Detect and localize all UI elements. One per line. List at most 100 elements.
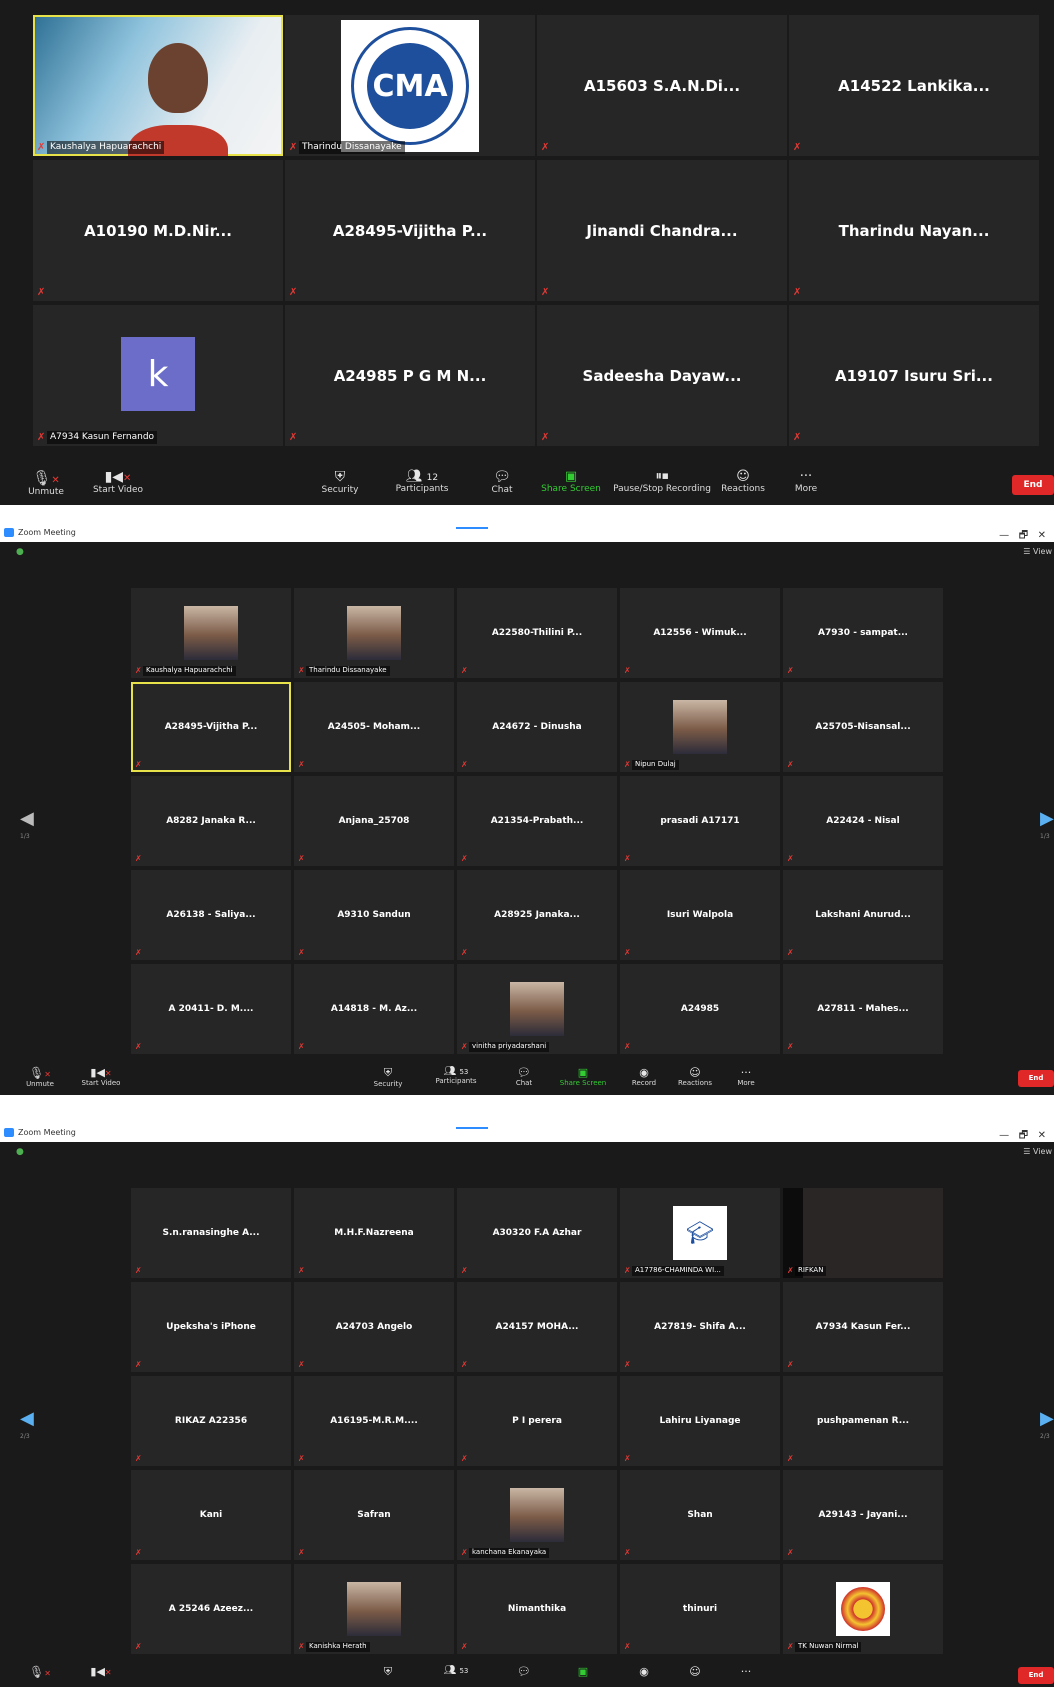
more-button[interactable]: ··· More bbox=[786, 469, 826, 494]
share-screen-button[interactable]: ▣ bbox=[556, 1665, 610, 1678]
participant-tile[interactable]: Upeksha's iPhone ✗ bbox=[131, 1282, 291, 1372]
participant-tile[interactable]: Jinandi Chandra... ✗ bbox=[537, 160, 787, 301]
participant-tile[interactable]: A24672 - Dinusha ✗ bbox=[457, 682, 617, 772]
participant-tile[interactable]: ✗ vinitha priyadarshani bbox=[457, 964, 617, 1054]
participant-tile[interactable]: A9310 Sandun ✗ bbox=[294, 870, 454, 960]
participant-tile[interactable]: A15603 S.A.N.Di... ✗ bbox=[537, 15, 787, 156]
participant-tile[interactable]: A27811 - Mahes... ✗ bbox=[783, 964, 943, 1054]
participant-tile[interactable]: M.H.F.Nazreena ✗ bbox=[294, 1188, 454, 1278]
security-button[interactable]: ⛨ Security bbox=[368, 1066, 408, 1088]
more-button[interactable]: ··· bbox=[730, 1665, 762, 1678]
participants-button[interactable]: 👥︎ 53 Participants bbox=[428, 1066, 484, 1085]
end-meeting-button[interactable]: End bbox=[1018, 1070, 1054, 1087]
participant-tile[interactable]: Sadeesha Dayaw... ✗ bbox=[537, 305, 787, 446]
participant-tile[interactable]: A19107 Isuru Sri... ✗ bbox=[789, 305, 1039, 446]
participant-tile[interactable]: A7934 Kasun Fer... ✗ bbox=[783, 1282, 943, 1372]
participant-tile[interactable]: Anjana_25708 ✗ bbox=[294, 776, 454, 866]
security-button[interactable]: ⛨ bbox=[368, 1665, 408, 1679]
participant-tile[interactable]: ✗ Kaushalya Hapuarachchi bbox=[131, 588, 291, 678]
participant-tile[interactable]: A12556 - Wimuk... ✗ bbox=[620, 588, 780, 678]
participant-tile[interactable]: A22580-Thilini P... ✗ bbox=[457, 588, 617, 678]
participant-tile[interactable]: ✗ RIFKAN bbox=[783, 1188, 943, 1278]
window-controls[interactable]: — 🗗 ✕ bbox=[999, 528, 1046, 545]
participant-tile[interactable]: A28495-Vijitha P... ✗ bbox=[285, 160, 535, 301]
participant-tile[interactable]: A27819- Shifa A... ✗ bbox=[620, 1282, 780, 1372]
view-button[interactable]: ☰ View bbox=[1023, 1147, 1052, 1156]
participant-tile[interactable]: A24703 Angelo ✗ bbox=[294, 1282, 454, 1372]
participant-tile[interactable]: A8282 Janaka R... ✗ bbox=[131, 776, 291, 866]
participant-tile[interactable]: S.n.ranasinghe A... ✗ bbox=[131, 1188, 291, 1278]
chat-button[interactable]: 💬︎ Chat bbox=[508, 1066, 540, 1087]
participant-tile[interactable]: A 20411- D. M.... ✗ bbox=[131, 964, 291, 1054]
start-video-button[interactable]: ▮◀✕ bbox=[76, 1665, 126, 1678]
participant-tile[interactable]: k ✗ A7934 Kasun Fernando bbox=[33, 305, 283, 446]
participant-tile[interactable]: A26138 - Saliya... ✗ bbox=[131, 870, 291, 960]
previous-page-arrow-icon[interactable]: ◀ bbox=[20, 808, 34, 829]
participant-tile[interactable]: RIKAZ A22356 ✗ bbox=[131, 1376, 291, 1466]
participant-tile[interactable]: thinuri ✗ bbox=[620, 1564, 780, 1654]
participant-tile[interactable]: ✗ Kanishka Herath bbox=[294, 1564, 454, 1654]
reactions-button[interactable]: ☺ Reactions bbox=[718, 469, 768, 494]
next-page-arrow-icon[interactable]: ▶ bbox=[1040, 1408, 1054, 1429]
participant-tile[interactable]: A28495-Vijitha P... ✗ bbox=[131, 682, 291, 772]
participant-tile[interactable]: A14818 - M. Az... ✗ bbox=[294, 964, 454, 1054]
participant-tile[interactable]: pushpamenan R... ✗ bbox=[783, 1376, 943, 1466]
share-screen-button[interactable]: ▣ Share Screen bbox=[540, 469, 602, 494]
end-meeting-button[interactable]: End bbox=[1012, 475, 1054, 495]
participant-tile[interactable]: Lahiru Liyanage ✗ bbox=[620, 1376, 780, 1466]
participant-tile[interactable]: prasadi A17171 ✗ bbox=[620, 776, 780, 866]
participant-tile[interactable]: A7930 - sampat... ✗ bbox=[783, 588, 943, 678]
reactions-button[interactable]: ☺ Reactions bbox=[674, 1066, 716, 1087]
security-button[interactable]: ⛨ Security bbox=[318, 469, 362, 495]
share-screen-button[interactable]: ▣ Share Screen bbox=[556, 1066, 610, 1087]
next-page-arrow-icon[interactable]: ▶ bbox=[1040, 808, 1054, 829]
participant-tile[interactable]: ✗ TK Nuwan Nirmal bbox=[783, 1564, 943, 1654]
participant-tile[interactable]: A24157 MOHA... ✗ bbox=[457, 1282, 617, 1372]
participants-button[interactable]: 👥︎ 12 Participants bbox=[392, 469, 452, 494]
record-button[interactable]: ◉ bbox=[626, 1665, 662, 1678]
view-button[interactable]: ☰ View bbox=[1023, 547, 1052, 556]
participant-tile[interactable]: Tharindu Nayan... ✗ bbox=[789, 160, 1039, 301]
participant-tile[interactable]: A10190 M.D.Nir... ✗ bbox=[33, 160, 283, 301]
start-video-button[interactable]: ▮◀✕ Start Video bbox=[76, 1066, 126, 1087]
participant-tile[interactable]: A14522 Lankika... ✗ bbox=[789, 15, 1039, 156]
participant-tile[interactable]: A 25246 Azeez... ✗ bbox=[131, 1564, 291, 1654]
participant-tile[interactable]: ✗ Tharindu Dissanayake bbox=[294, 588, 454, 678]
participant-tile[interactable]: P I perera ✗ bbox=[457, 1376, 617, 1466]
start-video-button[interactable]: ▮◀✕ Start Video bbox=[88, 469, 148, 495]
participant-tile[interactable]: A24985 P G M N... ✗ bbox=[285, 305, 535, 446]
participant-tile[interactable]: CMA ✗ Tharindu Dissanayake bbox=[285, 15, 535, 156]
participant-tile[interactable]: A21354-Prabath... ✗ bbox=[457, 776, 617, 866]
pause-stop-recording-button[interactable]: ⏸⏹ Pause/Stop Recording bbox=[612, 469, 712, 494]
participant-tile[interactable]: ✗ Kaushalya Hapuarachchi bbox=[33, 15, 283, 156]
participant-tile[interactable]: Shan ✗ bbox=[620, 1470, 780, 1560]
unmute-button[interactable]: 🎙︎✕ Unmute bbox=[20, 1066, 60, 1088]
chat-button[interactable]: 💬︎ Chat bbox=[482, 469, 522, 495]
participant-tile[interactable]: Isuri Walpola ✗ bbox=[620, 870, 780, 960]
unmute-button[interactable]: 🎙︎✕ Unmute bbox=[24, 469, 68, 497]
participant-tile[interactable]: A22424 - Nisal ✗ bbox=[783, 776, 943, 866]
participant-tile[interactable]: Kani ✗ bbox=[131, 1470, 291, 1560]
more-button[interactable]: ··· More bbox=[730, 1066, 762, 1087]
participants-button[interactable]: 👥︎ 53 bbox=[428, 1665, 484, 1676]
participant-tile[interactable]: A16195-M.R.M.... ✗ bbox=[294, 1376, 454, 1466]
participant-tile[interactable]: A30320 F.A Azhar ✗ bbox=[457, 1188, 617, 1278]
reactions-button[interactable]: ☺ bbox=[674, 1665, 716, 1678]
participant-tile[interactable]: ✗ Nipun Dulaj bbox=[620, 682, 780, 772]
previous-page-arrow-icon[interactable]: ◀ bbox=[20, 1408, 34, 1429]
participant-tile[interactable]: Lakshani Anurud... ✗ bbox=[783, 870, 943, 960]
participant-tile[interactable]: A29143 - Jayani... ✗ bbox=[783, 1470, 943, 1560]
end-meeting-button[interactable]: End bbox=[1018, 1667, 1054, 1684]
participant-tile[interactable]: A25705-Nisansal... ✗ bbox=[783, 682, 943, 772]
participant-tile[interactable]: ✗ kanchana Ekanayaka bbox=[457, 1470, 617, 1560]
participant-tile[interactable]: 🎓︎ ✗ A17786-CHAMINDA WI... bbox=[620, 1188, 780, 1278]
participant-tile[interactable]: A24985 ✗ bbox=[620, 964, 780, 1054]
participant-tile[interactable]: A28925 Janaka... ✗ bbox=[457, 870, 617, 960]
participant-tile[interactable]: Nimanthika ✗ bbox=[457, 1564, 617, 1654]
participant-tile[interactable]: Safran ✗ bbox=[294, 1470, 454, 1560]
window-controls[interactable]: — 🗗 ✕ bbox=[999, 1128, 1046, 1145]
participant-tile[interactable]: A24505- Moham... ✗ bbox=[294, 682, 454, 772]
record-button[interactable]: ◉ Record bbox=[626, 1066, 662, 1087]
chat-button[interactable]: 💬︎ bbox=[508, 1665, 540, 1678]
unmute-button[interactable]: 🎙︎✕ bbox=[20, 1665, 60, 1679]
